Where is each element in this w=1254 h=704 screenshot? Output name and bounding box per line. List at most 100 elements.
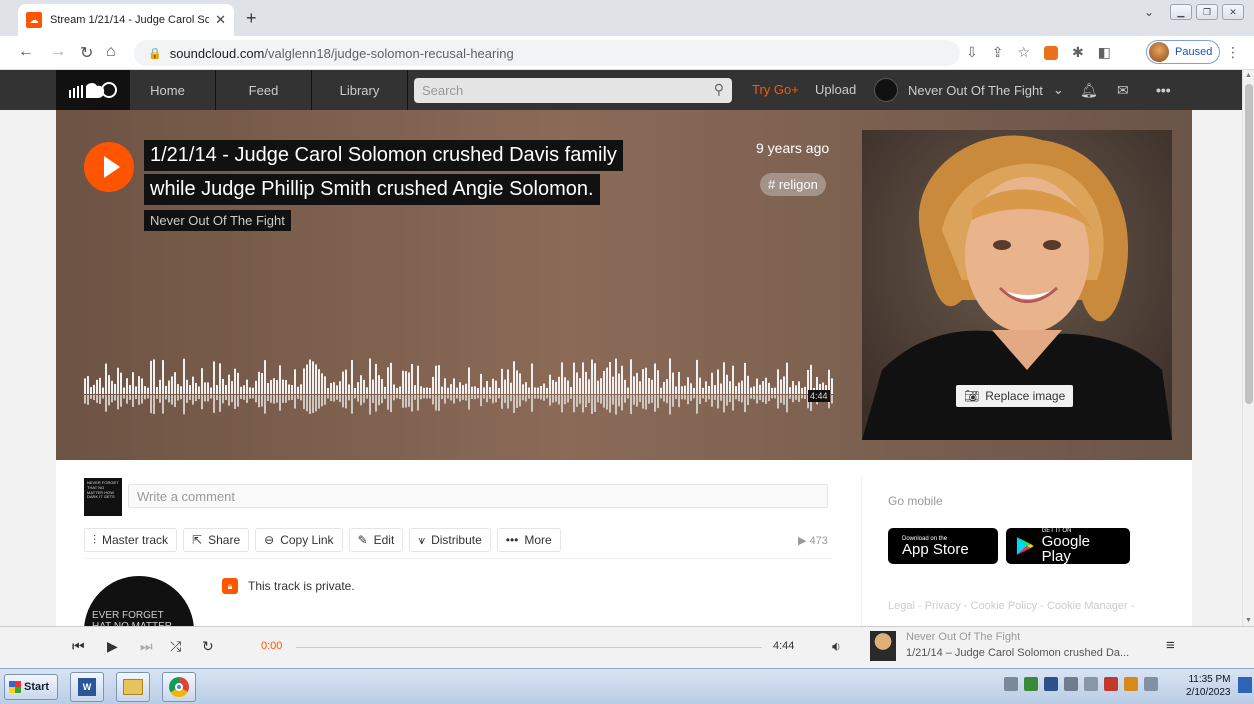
reload-icon[interactable]: ↻ <box>80 43 93 63</box>
nav-library[interactable]: Library <box>312 70 408 110</box>
tab-search-chevron-icon[interactable]: ⌄ <box>1144 5 1154 19</box>
explorer-taskbar-icon[interactable] <box>116 672 150 702</box>
tray-icon-2[interactable] <box>1024 677 1038 691</box>
track-content: NEVER FORGET THAT NO MATTER HOW DARK IT … <box>56 460 1192 626</box>
waveform-bar <box>228 374 230 394</box>
new-tab-button[interactable]: + <box>246 8 257 29</box>
scroll-down-icon[interactable]: ▼ <box>1245 617 1252 624</box>
tray-icon-7[interactable] <box>1124 677 1138 691</box>
page-scrollbar[interactable]: ▲ ▼ <box>1242 70 1254 626</box>
waveform-bar <box>96 379 98 394</box>
browser-menu-icon[interactable]: ⋮ <box>1226 44 1240 61</box>
share-button[interactable]: ⇱ Share <box>183 528 250 552</box>
tray-icon-4[interactable] <box>1064 677 1078 691</box>
replace-image-button[interactable]: 📷︎ Replace image <box>956 385 1074 407</box>
extensions-puzzle-icon[interactable]: ✱ <box>1072 44 1084 61</box>
waveform-bar <box>543 383 545 394</box>
google-play-button[interactable]: GET IT ON Google Play <box>1006 528 1130 564</box>
close-window-button[interactable]: ✕ <box>1222 4 1244 20</box>
word-taskbar-icon[interactable]: W <box>70 672 104 702</box>
next-track-icon[interactable]: ⏭︎ <box>140 638 153 655</box>
waveform-bar-reflection <box>276 395 278 403</box>
master-track-button[interactable]: ⫶ Master track <box>84 528 178 552</box>
repeat-icon[interactable]: ↻ <box>202 638 214 655</box>
artist-avatar[interactable]: EVER FORGET HAT NO MATTER HOW DARK IT GE… <box>84 576 194 626</box>
soundcloud-logo-icon[interactable] <box>56 70 130 110</box>
browser-tab[interactable]: ☁ Stream 1/21/14 - Judge Carol Solon ✕ <box>18 4 234 36</box>
scroll-thumb[interactable] <box>1245 84 1253 404</box>
waveform-bar <box>669 358 671 394</box>
forward-arrow-icon[interactable]: → <box>50 43 66 61</box>
waveform-bar-reflection <box>141 395 143 404</box>
extension-icon[interactable] <box>1044 45 1059 60</box>
play-button[interactable] <box>84 142 134 192</box>
waveform-bar <box>720 383 722 394</box>
genre-tag[interactable]: # religon <box>760 173 826 196</box>
url-field[interactable]: 🔒 soundcloud.com/valglenn18/judge-solomo… <box>134 40 960 66</box>
volume-icon[interactable]: 🔉︎ <box>832 638 841 655</box>
notifications-bell-icon[interactable]: 🔔︎ <box>1080 82 1098 99</box>
waveform-bar-reflection <box>681 395 683 400</box>
comment-input[interactable]: Write a comment <box>128 484 828 508</box>
waveform-bar-reflection <box>780 395 782 404</box>
tray-icon-3[interactable] <box>1044 677 1058 691</box>
network-icon[interactable] <box>1084 677 1098 691</box>
waveform-bar <box>351 360 353 394</box>
waveform-bar <box>396 387 398 394</box>
home-icon[interactable]: ⌂ <box>106 43 116 61</box>
messages-envelope-icon[interactable]: ✉ <box>1117 82 1129 99</box>
nav-home[interactable]: Home <box>120 70 216 110</box>
waveform-bar <box>87 376 89 394</box>
tray-icon-1[interactable] <box>1004 677 1018 691</box>
shuffle-icon[interactable]: ⤮ <box>170 638 181 655</box>
edit-button[interactable]: ✎ Edit <box>348 528 404 552</box>
app-store-button[interactable]: Download on the App Store <box>888 528 998 564</box>
try-go-link[interactable]: Try Go+ <box>752 82 799 97</box>
start-button[interactable]: Start <box>4 674 58 700</box>
upload-link[interactable]: Upload <box>815 82 856 97</box>
player-artist[interactable]: Never Out Of The Fight <box>906 631 1020 643</box>
show-desktop-button[interactable] <box>1238 677 1252 693</box>
waveform-bar <box>609 361 611 394</box>
player-artwork[interactable] <box>870 631 896 661</box>
play-icon[interactable]: ▶ <box>107 638 118 655</box>
more-button[interactable]: ••• More <box>496 528 561 552</box>
restore-button[interactable]: ❐ <box>1196 4 1218 20</box>
share-page-icon[interactable]: ⇪ <box>992 44 1004 61</box>
profile-button[interactable]: Paused <box>1146 40 1220 64</box>
search-icon[interactable]: ⚲ <box>714 81 724 98</box>
track-artist[interactable]: Never Out Of The Fight <box>144 210 291 231</box>
search-input[interactable]: Search ⚲ <box>414 78 732 103</box>
player-title[interactable]: 1/21/14 – Judge Carol Solomon crushed Da… <box>906 647 1129 659</box>
waveform-bar-reflection <box>105 395 107 412</box>
waveform-bar <box>489 387 491 394</box>
taskbar: Start W 11:35 PM 2/10/2023 <box>0 668 1254 704</box>
distribute-button[interactable]: ⩛ Distribute <box>409 528 491 552</box>
bookmark-star-icon[interactable]: ☆ <box>1017 44 1030 61</box>
side-panel-icon[interactable]: ◧ <box>1098 44 1111 61</box>
waveform-bar <box>726 374 728 394</box>
minimize-button[interactable]: ▁ <box>1170 4 1192 20</box>
more-dots-icon[interactable]: ••• <box>1156 82 1171 98</box>
waveform-bar-reflection <box>687 395 689 405</box>
nav-feed[interactable]: Feed <box>216 70 312 110</box>
waveform-bar-reflection <box>123 395 125 399</box>
waveform[interactable] <box>84 350 836 420</box>
tab-close-icon[interactable]: ✕ <box>215 12 226 28</box>
tray-icon-6[interactable] <box>1104 677 1118 691</box>
scroll-up-icon[interactable]: ▲ <box>1245 72 1252 79</box>
previous-track-icon[interactable]: ⏮︎ <box>72 638 85 655</box>
queue-icon[interactable]: ≡ <box>1166 637 1175 654</box>
chrome-taskbar-icon[interactable] <box>162 672 196 702</box>
install-app-icon[interactable]: ⇩ <box>966 44 978 61</box>
system-clock[interactable]: 11:35 PM 2/10/2023 <box>1186 674 1231 699</box>
speaker-icon[interactable] <box>1144 677 1158 691</box>
waveform-bar <box>366 387 368 394</box>
user-menu[interactable]: Never Out Of The Fight ⌄ <box>874 78 1064 102</box>
waveform-bar-reflection <box>618 395 620 407</box>
legal-links[interactable]: Legal - Privacy - Cookie Policy - Cookie… <box>888 600 1134 612</box>
waveform-bar <box>480 373 482 394</box>
copy-link-button[interactable]: ⊖ Copy Link <box>255 528 343 552</box>
back-arrow-icon[interactable]: ← <box>18 43 34 61</box>
progress-bar[interactable] <box>296 647 762 648</box>
